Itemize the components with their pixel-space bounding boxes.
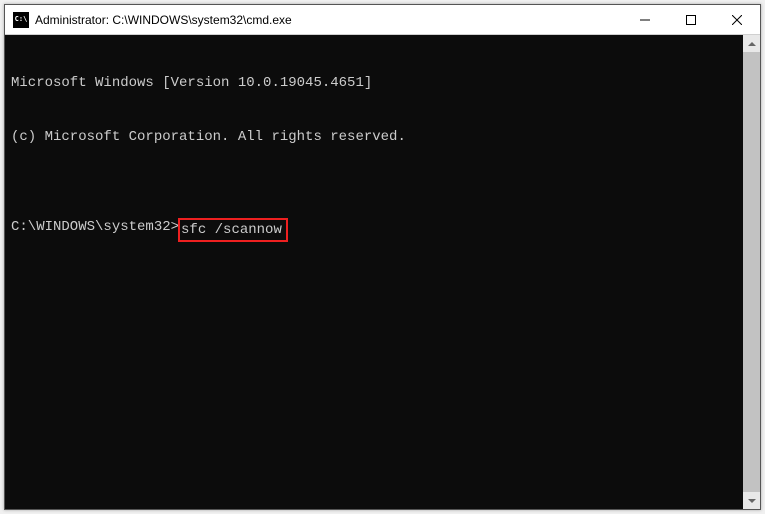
highlighted-command: sfc /scannow: [178, 218, 288, 242]
terminal-output-line: Microsoft Windows [Version 10.0.19045.46…: [11, 74, 737, 92]
terminal-prompt: C:\WINDOWS\system32>: [11, 218, 179, 236]
cmd-icon: C:\: [13, 12, 29, 28]
minimize-icon: [640, 15, 650, 25]
chevron-up-icon: [748, 42, 756, 46]
terminal-output-line: (c) Microsoft Corporation. All rights re…: [11, 128, 737, 146]
terminal-area: Microsoft Windows [Version 10.0.19045.46…: [5, 35, 760, 509]
scrollbar-thumb[interactable]: [743, 52, 760, 492]
cmd-icon-text: C:\: [15, 16, 28, 23]
window-controls: [622, 5, 760, 34]
maximize-icon: [686, 15, 696, 25]
window-title: Administrator: C:\WINDOWS\system32\cmd.e…: [35, 13, 292, 27]
titlebar[interactable]: C:\ Administrator: C:\WINDOWS\system32\c…: [5, 5, 760, 35]
vertical-scrollbar[interactable]: [743, 35, 760, 509]
scrollbar-track[interactable]: [743, 52, 760, 492]
maximize-button[interactable]: [668, 5, 714, 34]
close-icon: [732, 15, 742, 25]
terminal-content[interactable]: Microsoft Windows [Version 10.0.19045.46…: [5, 35, 743, 509]
scrollbar-up-button[interactable]: [743, 35, 760, 52]
minimize-button[interactable]: [622, 5, 668, 34]
terminal-prompt-line: C:\WINDOWS\system32>sfc /scannow: [11, 218, 737, 242]
scrollbar-down-button[interactable]: [743, 492, 760, 509]
close-button[interactable]: [714, 5, 760, 34]
command-prompt-window: C:\ Administrator: C:\WINDOWS\system32\c…: [4, 4, 761, 510]
chevron-down-icon: [748, 499, 756, 503]
